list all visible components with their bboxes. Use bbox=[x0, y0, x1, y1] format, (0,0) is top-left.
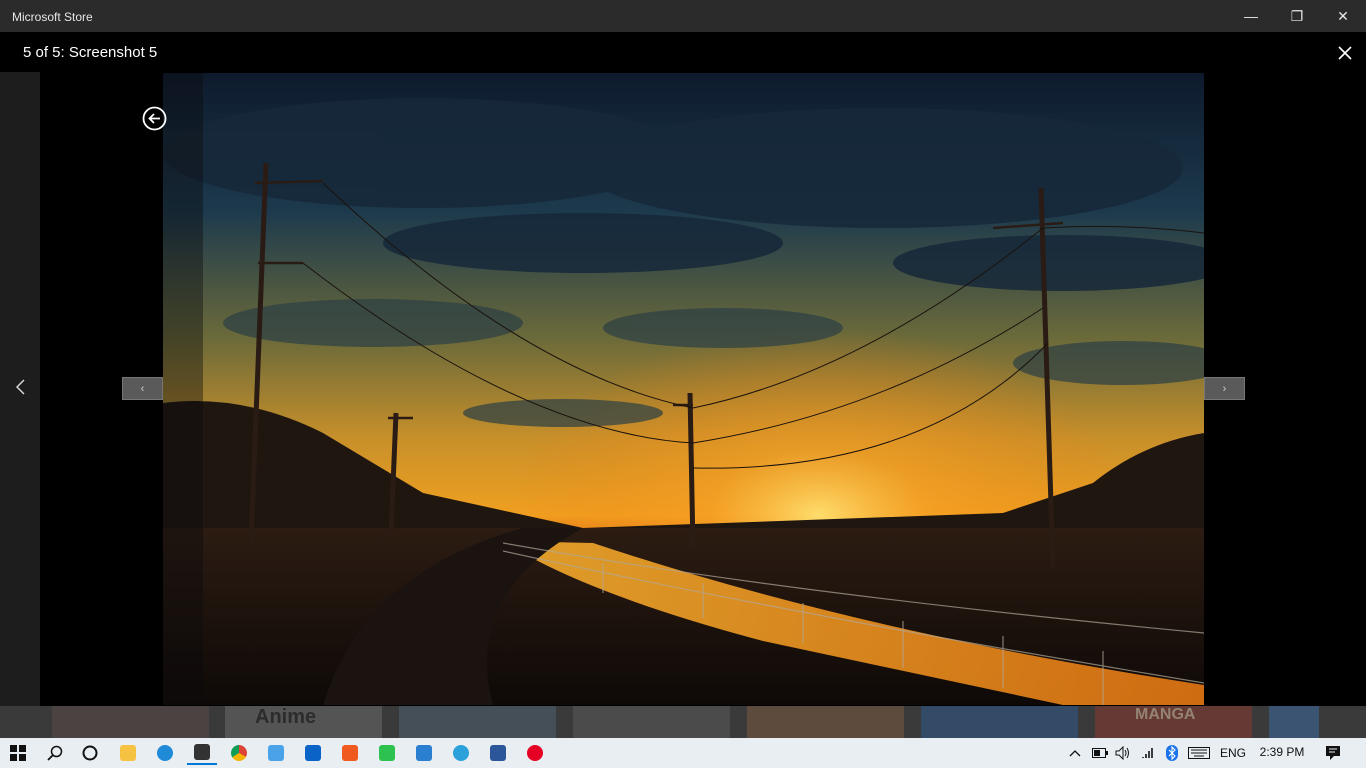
previous-image-button[interactable]: ‹ bbox=[122, 377, 163, 400]
telegram-button[interactable] bbox=[446, 741, 476, 765]
minimize-button[interactable]: — bbox=[1228, 0, 1274, 32]
screenshot-viewer: 5 of 5: Screenshot 5 ‹ › bbox=[0, 32, 1366, 706]
line-button[interactable] bbox=[372, 741, 402, 765]
thumbnail-7[interactable]: MANGA bbox=[1095, 706, 1252, 738]
windows-start-button[interactable] bbox=[3, 741, 33, 765]
this-pc-icon bbox=[268, 745, 284, 761]
chevron-left-icon bbox=[16, 379, 25, 395]
right-strip bbox=[1326, 72, 1366, 706]
battery-icon bbox=[1092, 748, 1108, 758]
word-button[interactable] bbox=[483, 741, 513, 765]
next-image-button[interactable]: › bbox=[1204, 377, 1245, 400]
viewer-caption: 5 of 5: Screenshot 5 bbox=[23, 44, 158, 61]
windows-start-icon bbox=[10, 745, 26, 761]
app-orange-icon bbox=[342, 745, 358, 761]
chevron-up-icon bbox=[1069, 750, 1081, 757]
close-window-button[interactable]: ✕ bbox=[1320, 0, 1366, 32]
thumbnail-3[interactable] bbox=[399, 706, 556, 738]
search-icon bbox=[47, 745, 63, 761]
wifi-icon bbox=[1142, 748, 1153, 758]
taskbar: ENG 2:39 PM bbox=[0, 738, 1366, 768]
thumbnail-4[interactable] bbox=[573, 706, 730, 738]
line-icon bbox=[379, 745, 395, 761]
mail-icon bbox=[305, 745, 321, 761]
touch-keyboard-button[interactable] bbox=[1186, 738, 1212, 768]
edge-button[interactable] bbox=[150, 741, 180, 765]
battery-indicator[interactable] bbox=[1090, 738, 1110, 768]
file-explorer-button[interactable] bbox=[113, 741, 143, 765]
screenshot-image bbox=[163, 73, 1204, 705]
store-button[interactable] bbox=[187, 741, 217, 765]
back-arrow-icon[interactable] bbox=[142, 106, 167, 131]
chrome-button[interactable] bbox=[224, 741, 254, 765]
bluetooth-icon bbox=[1166, 745, 1178, 761]
previous-screenshot-strip[interactable] bbox=[0, 72, 40, 706]
app-title: Microsoft Store bbox=[12, 10, 93, 24]
clock[interactable]: 2:39 PM bbox=[1254, 745, 1310, 759]
action-center-button[interactable] bbox=[1322, 738, 1344, 768]
thumbnail-6[interactable] bbox=[921, 706, 1078, 738]
thumbnail-1[interactable] bbox=[52, 706, 209, 738]
close-icon bbox=[1338, 46, 1352, 60]
edge-icon bbox=[157, 745, 173, 761]
thumbnail-label: MANGA bbox=[1135, 706, 1196, 723]
window-titlebar: Microsoft Store — ❐ ✕ bbox=[0, 0, 1366, 32]
input-language[interactable]: ENG bbox=[1218, 738, 1248, 768]
viewer-header: 5 of 5: Screenshot 5 bbox=[0, 32, 1366, 72]
word-icon bbox=[490, 745, 506, 761]
thumbnail-strip: Anime MANGA bbox=[0, 706, 1366, 738]
search-button[interactable] bbox=[40, 741, 70, 765]
thumbnail-5[interactable] bbox=[747, 706, 904, 738]
cortana-button[interactable] bbox=[75, 741, 105, 765]
thumbnail-8[interactable] bbox=[1269, 706, 1319, 738]
app-orange-button[interactable] bbox=[335, 741, 365, 765]
close-viewer-button[interactable] bbox=[1330, 38, 1360, 68]
show-hidden-icons-button[interactable] bbox=[1066, 738, 1084, 768]
this-pc-button[interactable] bbox=[261, 741, 291, 765]
thumbnail-label: Anime bbox=[255, 706, 317, 728]
photos-button[interactable] bbox=[409, 741, 439, 765]
pinterest-icon bbox=[527, 745, 543, 761]
chrome-icon bbox=[231, 745, 247, 761]
telegram-icon bbox=[453, 745, 469, 761]
pinterest-button[interactable] bbox=[520, 741, 550, 765]
network-indicator[interactable] bbox=[1139, 738, 1159, 768]
mail-button[interactable] bbox=[298, 741, 328, 765]
thumbnail-2[interactable]: Anime bbox=[225, 706, 382, 738]
bluetooth-indicator[interactable] bbox=[1163, 738, 1181, 768]
file-explorer-icon bbox=[120, 745, 136, 761]
cortana-icon bbox=[82, 745, 98, 761]
store-icon bbox=[194, 744, 210, 760]
volume-icon bbox=[1115, 746, 1129, 760]
notification-icon bbox=[1326, 746, 1340, 760]
photos-icon bbox=[416, 745, 432, 761]
keyboard-icon bbox=[1188, 747, 1210, 759]
volume-control[interactable] bbox=[1113, 738, 1133, 768]
maximize-button[interactable]: ❐ bbox=[1274, 0, 1320, 32]
